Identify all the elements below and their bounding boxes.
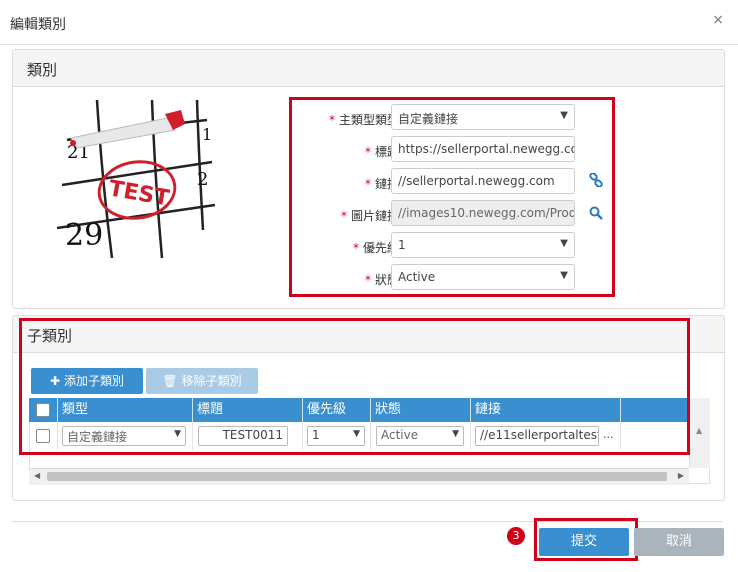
svg-text:1: 1 — [202, 125, 212, 144]
step-badge: 3 — [507, 527, 525, 545]
edit-category-dialog: 編輯類別 × 類別 29 21 2 1 TEST * 主類型類型: 自定義鏈接 … — [0, 0, 738, 572]
dialog-title: 編輯類別 — [10, 17, 66, 33]
category-panel-title: 類別 — [27, 61, 58, 79]
grid-horizontal-scrollbar[interactable]: ◀ ▶ — [29, 468, 689, 485]
horizontal-scroll-thumb[interactable] — [47, 472, 667, 481]
category-panel: 類別 29 21 2 1 TEST * 主類型類型: 自定義鏈接 ▼ * 標題:… — [12, 49, 725, 309]
submit-highlight — [534, 518, 638, 561]
dialog-header: 編輯類別 × — [0, 0, 738, 45]
scroll-left-icon[interactable]: ◀ — [34, 471, 40, 480]
scroll-up-icon[interactable]: ▲ — [696, 426, 702, 435]
scroll-right-icon[interactable]: ▶ — [678, 471, 684, 480]
svg-text:2: 2 — [197, 169, 208, 190]
subcategory-highlight — [19, 318, 690, 455]
category-panel-header: 類別 — [13, 50, 724, 87]
step-badge-number: 3 — [512, 529, 520, 542]
svg-text:29: 29 — [65, 218, 103, 253]
cancel-button[interactable]: 取消 — [634, 528, 724, 556]
category-image: 29 21 2 1 TEST — [56, 99, 216, 259]
close-icon[interactable]: × — [712, 12, 724, 28]
category-form-highlight — [289, 97, 615, 297]
grid-scrollbar-track[interactable]: ▲ — [689, 398, 710, 468]
test-calendar-image: 29 21 2 1 TEST — [56, 99, 216, 259]
cancel-label: 取消 — [665, 534, 692, 549]
